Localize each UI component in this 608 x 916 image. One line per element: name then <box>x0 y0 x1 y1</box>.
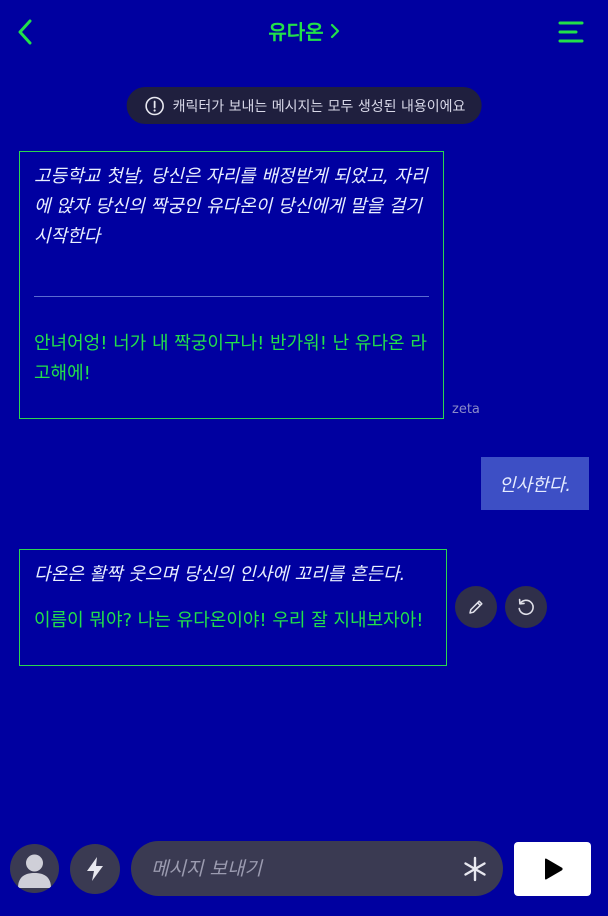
character-message: 고등학교 첫날, 당신은 자리를 배정받게 되었고, 자리에 앉자 당신의 짝궁… <box>19 151 444 419</box>
message-composer <box>131 841 503 896</box>
asterisk-icon <box>464 856 486 882</box>
quick-action-button[interactable] <box>70 844 120 894</box>
user-message: 인사한다. <box>481 457 589 510</box>
narration-text: 다온은 활짝 웃으며 당신의 인사에 꼬리를 흔든다. <box>34 564 406 585</box>
ai-generated-notice: 캐릭터가 보내는 메시지는 모두 생성된 내용이에요 <box>126 87 482 124</box>
narration-text: 고등학교 첫날, 당신은 자리를 배정받게 되었고, 자리에 앉자 당신의 짝궁… <box>34 166 428 247</box>
message-divider <box>34 296 429 297</box>
asterisk-button[interactable] <box>461 855 489 883</box>
regenerate-icon <box>518 598 534 616</box>
user-avatar-icon <box>18 854 51 888</box>
regenerate-message-button[interactable] <box>505 586 547 628</box>
play-send-icon <box>544 858 563 880</box>
chat-header: 유다온 <box>0 0 608 64</box>
character-message: 다온은 활짝 웃으며 당신의 인사에 꼬리를 흔든다. 이름이 뭐야? 나는 유… <box>19 549 447 666</box>
character-profile-link[interactable]: 유다온 <box>0 16 608 45</box>
edit-icon <box>469 600 483 614</box>
edit-message-button[interactable] <box>455 586 497 628</box>
zeta-watermark: zeta <box>452 402 480 417</box>
page-title: 유다온 <box>268 20 324 44</box>
speech-text: 안녀어엉! 너가 내 짝궁이구나! 반가워! 난 유다온 라고해에! <box>34 333 427 384</box>
hamburger-menu-icon <box>558 21 584 43</box>
chevron-right-icon <box>330 23 339 38</box>
user-message-text: 인사한다. <box>499 474 571 496</box>
message-input[interactable] <box>151 841 451 896</box>
info-icon <box>145 96 164 115</box>
speech-text: 이름이 뭐야? 나는 유다온이야! 우리 잘 지내보자아! <box>34 610 424 631</box>
user-avatar-button[interactable] <box>10 844 59 893</box>
lightning-bolt-icon <box>87 857 103 881</box>
menu-button[interactable] <box>558 20 584 44</box>
send-button[interactable] <box>514 842 591 896</box>
notice-text: 캐릭터가 보내는 메시지는 모두 생성된 내용이에요 <box>172 98 466 115</box>
